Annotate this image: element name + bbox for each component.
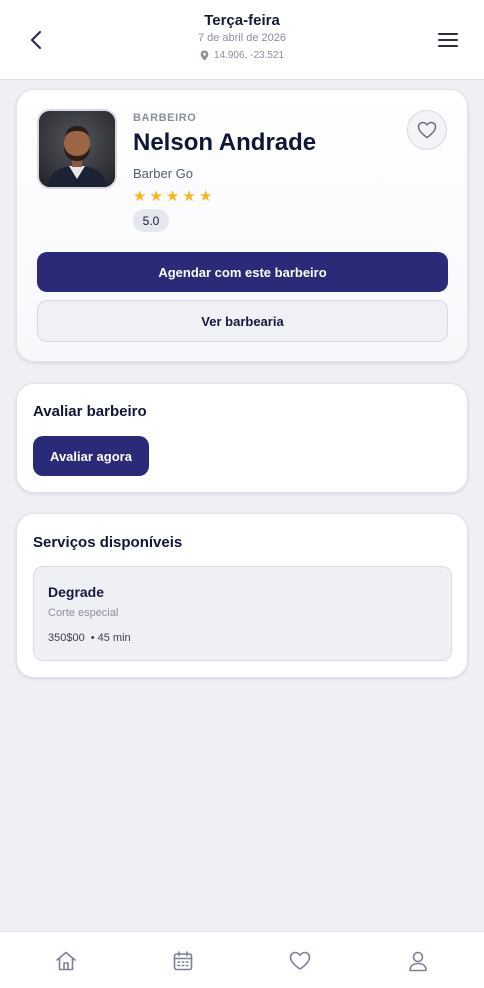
rating-badge: 5.0 (133, 209, 169, 232)
favorite-button[interactable] (407, 110, 447, 150)
star-icon: ★ (182, 188, 196, 205)
star-icon: ★ (149, 188, 163, 205)
weekday-label: Terça-feira (204, 12, 280, 29)
service-description: Corte especial (48, 607, 119, 619)
nav-home[interactable] (54, 949, 78, 973)
service-duration: • 45 min (90, 632, 131, 644)
hamburger-menu-icon (438, 33, 458, 47)
bottom-navigation (0, 931, 484, 988)
map-pin-icon (200, 50, 209, 61)
user-icon (409, 951, 427, 972)
services-card: Serviços disponíveis Degrade Corte espec… (16, 513, 468, 678)
rate-barber-card: Avaliar barbeiro Avaliar agora (16, 383, 468, 493)
service-price: 350$00 (48, 632, 85, 644)
app-header: Terça-feira 7 de abril de 2026 14.906, -… (0, 0, 484, 80)
star-icon: ★ (165, 188, 180, 205)
barber-photo (37, 109, 117, 189)
barber-avatar (39, 111, 115, 187)
barber-name: Nelson Andrade (133, 129, 317, 156)
menu-button[interactable] (434, 26, 462, 54)
service-name: Degrade (48, 584, 105, 600)
coordinates-text: 14.906, -23.521 (213, 50, 285, 61)
nav-favorites[interactable] (288, 949, 312, 973)
barber-profile-card: BARBEIRO Nelson Andrade Barber Go ★ ★ ★ … (16, 89, 468, 362)
heart-icon (417, 121, 437, 139)
date-label: 7 de abril de 2026 (197, 32, 287, 44)
rate-section-title: Avaliar barbeiro (33, 403, 147, 420)
location-coordinates: 14.906, -23.521 (0, 50, 484, 61)
star-icon: ★ (133, 188, 147, 205)
calendar-icon (173, 951, 193, 971)
service-item[interactable]: Degrade Corte especial 350$00 • 45 min (33, 566, 452, 661)
barber-role-label: BARBEIRO (133, 112, 197, 124)
header-date-block: Terça-feira 7 de abril de 2026 14.906, -… (0, 12, 484, 61)
nav-profile[interactable] (406, 949, 430, 973)
barber-shop-name: Barber Go (133, 166, 193, 181)
nav-calendar[interactable] (171, 949, 195, 973)
service-meta: 350$00 • 45 min (48, 632, 131, 644)
services-section-title: Serviços disponíveis (33, 534, 183, 551)
rate-now-button[interactable]: Avaliar agora (33, 436, 149, 476)
book-barber-button[interactable]: Agendar com este barbeiro (37, 252, 448, 292)
heart-icon (289, 951, 311, 970)
view-barbershop-button[interactable]: Ver barbearia (37, 300, 448, 342)
star-icon: ★ (198, 188, 213, 205)
star-rating: ★ ★ ★ ★ ★ (133, 189, 212, 205)
home-icon (56, 951, 76, 971)
